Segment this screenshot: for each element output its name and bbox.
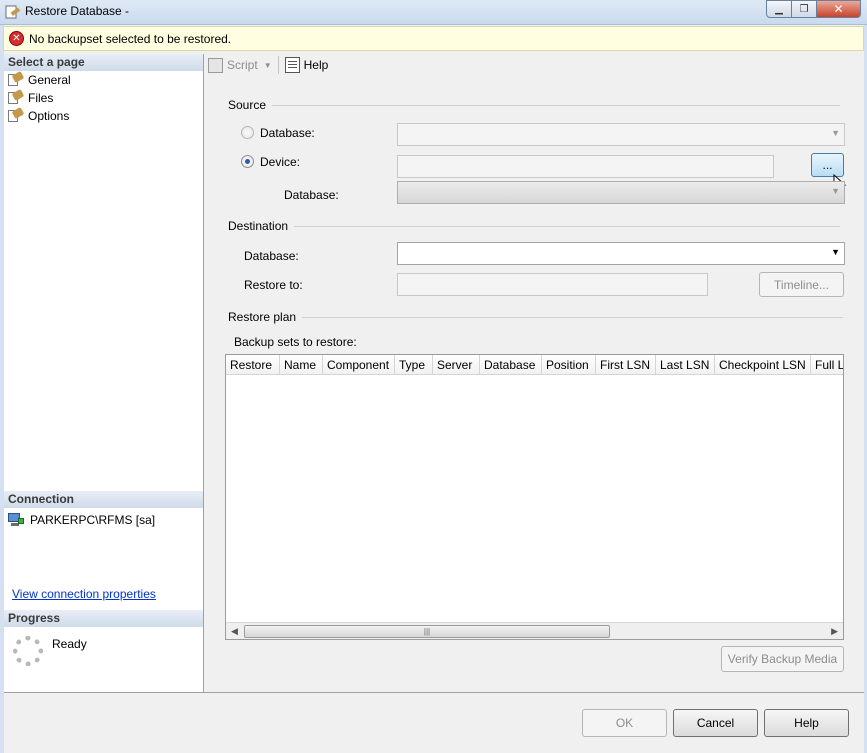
window-title: Restore Database - xyxy=(25,4,130,18)
progress-status: Ready xyxy=(52,637,87,651)
timeline-button[interactable]: Timeline... xyxy=(759,272,844,297)
select-page-header: Select a page xyxy=(4,54,203,71)
grid-header: Restore Name Component Type Server Datab… xyxy=(226,355,843,375)
destination-header: Destination xyxy=(228,219,289,233)
main-panel: Script ▼ Help Source Database: ▼ Device:… xyxy=(205,54,864,692)
script-button[interactable]: Script ▼ xyxy=(205,55,275,75)
dialog-footer: OK Cancel Help xyxy=(4,692,864,750)
restore-plan-group: Restore plan xyxy=(228,310,844,324)
restore-to-label: Restore to: xyxy=(244,278,303,292)
restore-database-icon xyxy=(5,4,21,20)
help-book-icon xyxy=(284,57,300,73)
toolbar: Script ▼ Help xyxy=(205,54,864,76)
ok-button[interactable]: OK xyxy=(582,709,667,737)
server-connection-icon xyxy=(8,513,24,527)
scrollbar-thumb[interactable]: ||| xyxy=(244,625,610,638)
restore-window-icon: ❐ xyxy=(799,3,809,15)
script-label: Script xyxy=(227,58,258,72)
left-panel: Select a page General Files Options Conn… xyxy=(4,54,204,692)
column-header-full-lsn[interactable]: Full LSN xyxy=(811,355,843,374)
column-header-name[interactable]: Name xyxy=(280,355,323,374)
page-item-files[interactable]: Files xyxy=(4,89,203,107)
database-radio-label: Database: xyxy=(260,126,315,140)
device-radio-label: Device: xyxy=(260,155,301,169)
page-item-options[interactable]: Options xyxy=(4,107,203,125)
device-radio[interactable] xyxy=(241,155,254,168)
page-item-label: General xyxy=(28,73,71,87)
close-button[interactable]: ✕ xyxy=(817,0,861,18)
help-toolbar-button[interactable]: Help xyxy=(282,55,332,75)
page-settings-icon xyxy=(8,89,25,105)
database-radio[interactable] xyxy=(241,126,254,139)
maximize-button[interactable]: ❐ xyxy=(792,0,817,18)
page-item-label: Options xyxy=(28,109,70,123)
destination-group: Destination xyxy=(228,219,841,233)
source-group: Source xyxy=(228,98,841,112)
column-header-server[interactable]: Server xyxy=(433,355,480,374)
connection-header: Connection xyxy=(4,491,203,508)
scroll-left-icon[interactable]: ◀ xyxy=(231,626,238,637)
minimize-button[interactable]: ▁ xyxy=(766,0,792,18)
chevron-down-icon: ▼ xyxy=(831,128,840,138)
title-bar: Restore Database - ▁ ❐ ✕ xyxy=(0,0,867,25)
backup-sets-label: Backup sets to restore: xyxy=(234,335,357,349)
column-header-first-lsn[interactable]: First LSN xyxy=(596,355,656,374)
column-header-position[interactable]: Position xyxy=(542,355,596,374)
error-icon: ✕ xyxy=(9,31,24,46)
help-button[interactable]: Help xyxy=(764,709,849,737)
close-icon: ✕ xyxy=(833,2,844,16)
divider xyxy=(302,316,844,318)
backup-sets-grid[interactable]: Restore Name Component Type Server Datab… xyxy=(225,354,844,640)
divider xyxy=(272,104,841,106)
column-header-restore[interactable]: Restore xyxy=(226,355,280,374)
column-header-type[interactable]: Type xyxy=(395,355,433,374)
device-database-dropdown[interactable]: ▼ xyxy=(397,181,845,204)
column-header-component[interactable]: Component xyxy=(323,355,395,374)
page-item-general[interactable]: General xyxy=(4,71,203,89)
chevron-down-icon: ▼ xyxy=(831,247,840,257)
minimize-icon: ▁ xyxy=(775,3,783,15)
page-settings-icon xyxy=(8,71,25,87)
cancel-button[interactable]: Cancel xyxy=(673,709,758,737)
progress-spinner-icon xyxy=(13,636,43,666)
script-icon xyxy=(208,57,223,73)
destination-database-dropdown[interactable]: ▼ xyxy=(397,242,845,265)
source-database-dropdown[interactable]: ▼ xyxy=(397,123,845,146)
source-header: Source xyxy=(228,98,267,112)
column-header-database[interactable]: Database xyxy=(480,355,542,374)
device-input[interactable] xyxy=(397,155,774,178)
progress-header: Progress xyxy=(4,610,203,627)
column-header-last-lsn[interactable]: Last LSN xyxy=(656,355,715,374)
restore-plan-header: Restore plan xyxy=(228,310,297,324)
column-header-checkpoint-lsn[interactable]: Checkpoint LSN xyxy=(715,355,811,374)
page-settings-icon xyxy=(8,107,25,123)
restore-to-input[interactable] xyxy=(397,273,708,296)
verify-backup-media-button[interactable]: Verify Backup Media xyxy=(721,646,844,672)
chevron-down-icon: ▼ xyxy=(263,60,272,70)
connection-value: PARKERPC\RFMS [sa] xyxy=(30,513,156,527)
scroll-right-icon[interactable]: ▶ xyxy=(831,626,838,637)
destination-database-label: Database: xyxy=(244,249,299,263)
horizontal-scrollbar[interactable]: ◀ ||| ▶ xyxy=(226,622,843,639)
divider xyxy=(294,225,841,227)
connection-info: PARKERPC\RFMS [sa] xyxy=(8,513,155,527)
page-item-label: Files xyxy=(28,91,54,105)
toolbar-separator xyxy=(277,56,279,74)
error-message-bar: ✕ No backupset selected to be restored. xyxy=(3,26,864,51)
help-toolbar-label: Help xyxy=(303,58,329,72)
view-connection-properties-link[interactable]: View connection properties xyxy=(12,587,156,601)
chevron-down-icon: ▼ xyxy=(831,186,840,196)
error-message: No backupset selected to be restored. xyxy=(29,31,232,46)
device-database-label: Database: xyxy=(284,188,339,202)
